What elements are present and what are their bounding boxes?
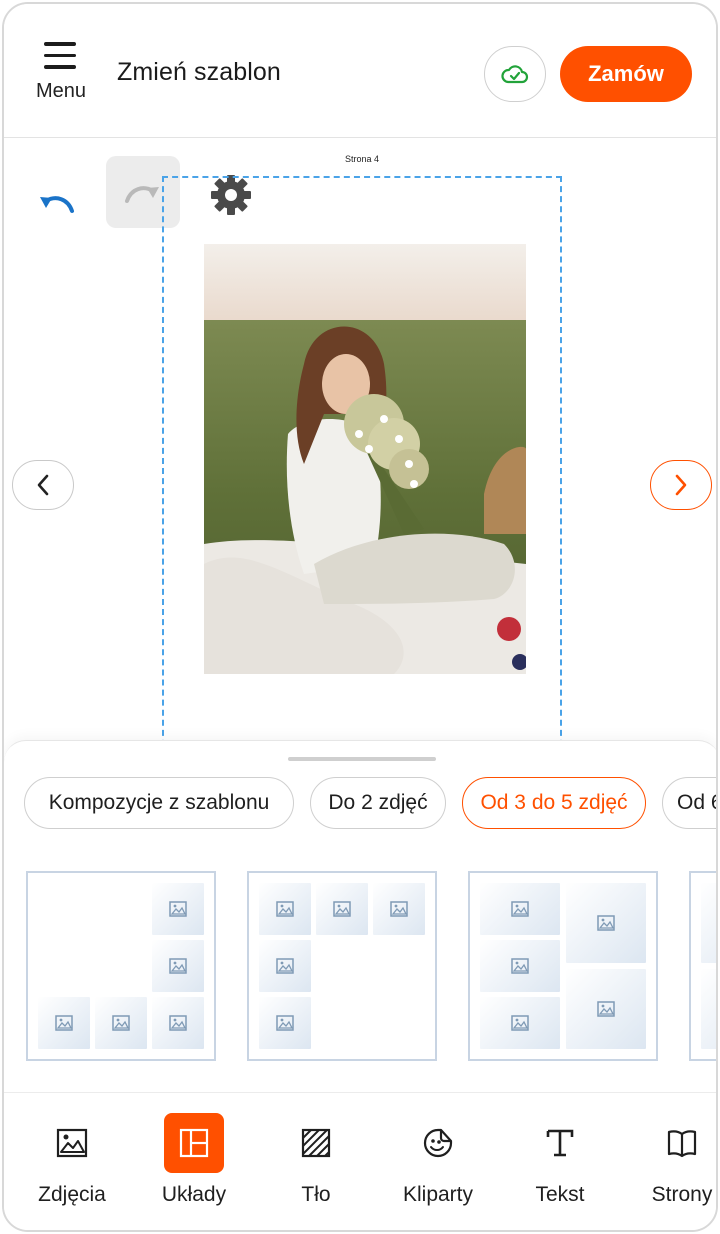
photo-slot	[480, 940, 560, 992]
page-title: Zmień szablon	[117, 58, 281, 86]
photo-slot	[316, 883, 368, 935]
menu-label: Menu	[35, 80, 87, 102]
image-placeholder-icon	[511, 958, 529, 974]
photo-slot	[566, 969, 646, 1049]
photo-slot	[259, 997, 311, 1049]
sheet-drag-handle[interactable]	[288, 757, 436, 761]
cloud-check-icon	[501, 65, 529, 84]
text-icon	[530, 1113, 590, 1173]
photo-slot	[259, 883, 311, 935]
cloud-save-button[interactable]	[484, 46, 546, 102]
order-button[interactable]: Zamów	[560, 46, 692, 102]
chip-3-to-5-photos[interactable]: Od 3 do 5 zdjęć	[462, 777, 646, 829]
photo-slot	[152, 940, 204, 992]
image-placeholder-icon	[112, 1015, 130, 1031]
photo-slot	[480, 997, 560, 1049]
image-placeholder-icon	[55, 1015, 73, 1031]
photo-slot	[152, 997, 204, 1049]
photo-slot	[95, 997, 147, 1049]
header: Menu Zmień szablon Zamów	[4, 4, 716, 138]
image-placeholder-icon	[333, 901, 351, 917]
photo-slot	[701, 883, 716, 963]
tool-photos[interactable]: Zdjęcia	[16, 1113, 128, 1213]
photo-slot	[38, 997, 90, 1049]
layout-option-2[interactable]	[247, 871, 437, 1061]
image-placeholder-icon	[511, 901, 529, 917]
hamburger-icon	[44, 42, 76, 70]
image-placeholder-icon	[169, 901, 187, 917]
sticker-icon	[408, 1113, 468, 1173]
chevron-left-icon	[37, 474, 49, 496]
layout-icon	[164, 1113, 224, 1173]
photo-slot	[259, 940, 311, 992]
chip-from-6-photos[interactable]: Od 6	[662, 777, 716, 829]
image-placeholder-icon	[169, 1015, 187, 1031]
menu-button[interactable]: Menu	[28, 40, 98, 106]
bottom-toolbar: Zdjęcia Układy Tło Kliparty Tekst Strony	[4, 1092, 716, 1230]
book-icon	[652, 1113, 712, 1173]
page-label: Strona 4	[344, 154, 380, 164]
tool-label: Tło	[301, 1183, 331, 1206]
tool-text[interactable]: Tekst	[504, 1113, 616, 1213]
tool-pages[interactable]: Strony	[626, 1113, 716, 1213]
tool-label: Tekst	[535, 1183, 585, 1206]
image-placeholder-icon	[276, 1015, 294, 1031]
image-placeholder-icon	[276, 901, 294, 917]
tool-layouts[interactable]: Układy	[138, 1113, 250, 1213]
layout-options	[24, 871, 716, 1065]
layout-option-4[interactable]	[689, 871, 716, 1061]
image-placeholder-icon	[597, 915, 615, 931]
chip-up-to-2-photos[interactable]: Do 2 zdjęć	[310, 777, 446, 829]
photo-slot	[480, 883, 560, 935]
chevron-right-icon	[675, 474, 687, 496]
app-frame: Menu Zmień szablon Zamów Strona 4 Kompoz…	[2, 2, 718, 1232]
image-placeholder-icon	[169, 958, 187, 974]
tool-label: Układy	[161, 1183, 227, 1206]
layout-filter-chips: Kompozycje z szablonu Do 2 zdjęć Od 3 do…	[24, 777, 716, 831]
redo-icon	[125, 186, 159, 203]
tool-label: Strony	[651, 1183, 713, 1206]
image-placeholder-icon	[390, 901, 408, 917]
photo-slot	[373, 883, 425, 935]
photo-slot	[701, 969, 716, 1049]
layout-option-3[interactable]	[468, 871, 658, 1061]
previous-page-button[interactable]	[12, 460, 74, 510]
tool-background[interactable]: Tło	[260, 1113, 372, 1213]
background-icon	[286, 1113, 346, 1173]
image-placeholder-icon	[276, 958, 294, 974]
tool-cliparts[interactable]: Kliparty	[382, 1113, 494, 1213]
page-photo[interactable]	[204, 244, 526, 674]
undo-icon	[40, 196, 74, 213]
image-icon	[42, 1113, 102, 1173]
photo-slot	[152, 883, 204, 935]
next-page-button[interactable]	[650, 460, 712, 510]
layout-option-1[interactable]	[26, 871, 216, 1061]
tool-label: Zdjęcia	[38, 1183, 106, 1206]
photo-slot	[566, 883, 646, 963]
image-placeholder-icon	[597, 1001, 615, 1017]
page-frame[interactable]	[162, 176, 562, 756]
layouts-sheet: Kompozycje z szablonu Do 2 zdjęć Od 3 do…	[4, 740, 716, 1092]
undo-button[interactable]	[28, 174, 84, 230]
image-placeholder-icon	[511, 1015, 529, 1031]
tool-label: Kliparty	[402, 1183, 474, 1206]
photo-image	[204, 244, 526, 674]
chip-template-compositions[interactable]: Kompozycje z szablonu	[24, 777, 294, 829]
editor-canvas: Strona 4	[4, 138, 716, 756]
